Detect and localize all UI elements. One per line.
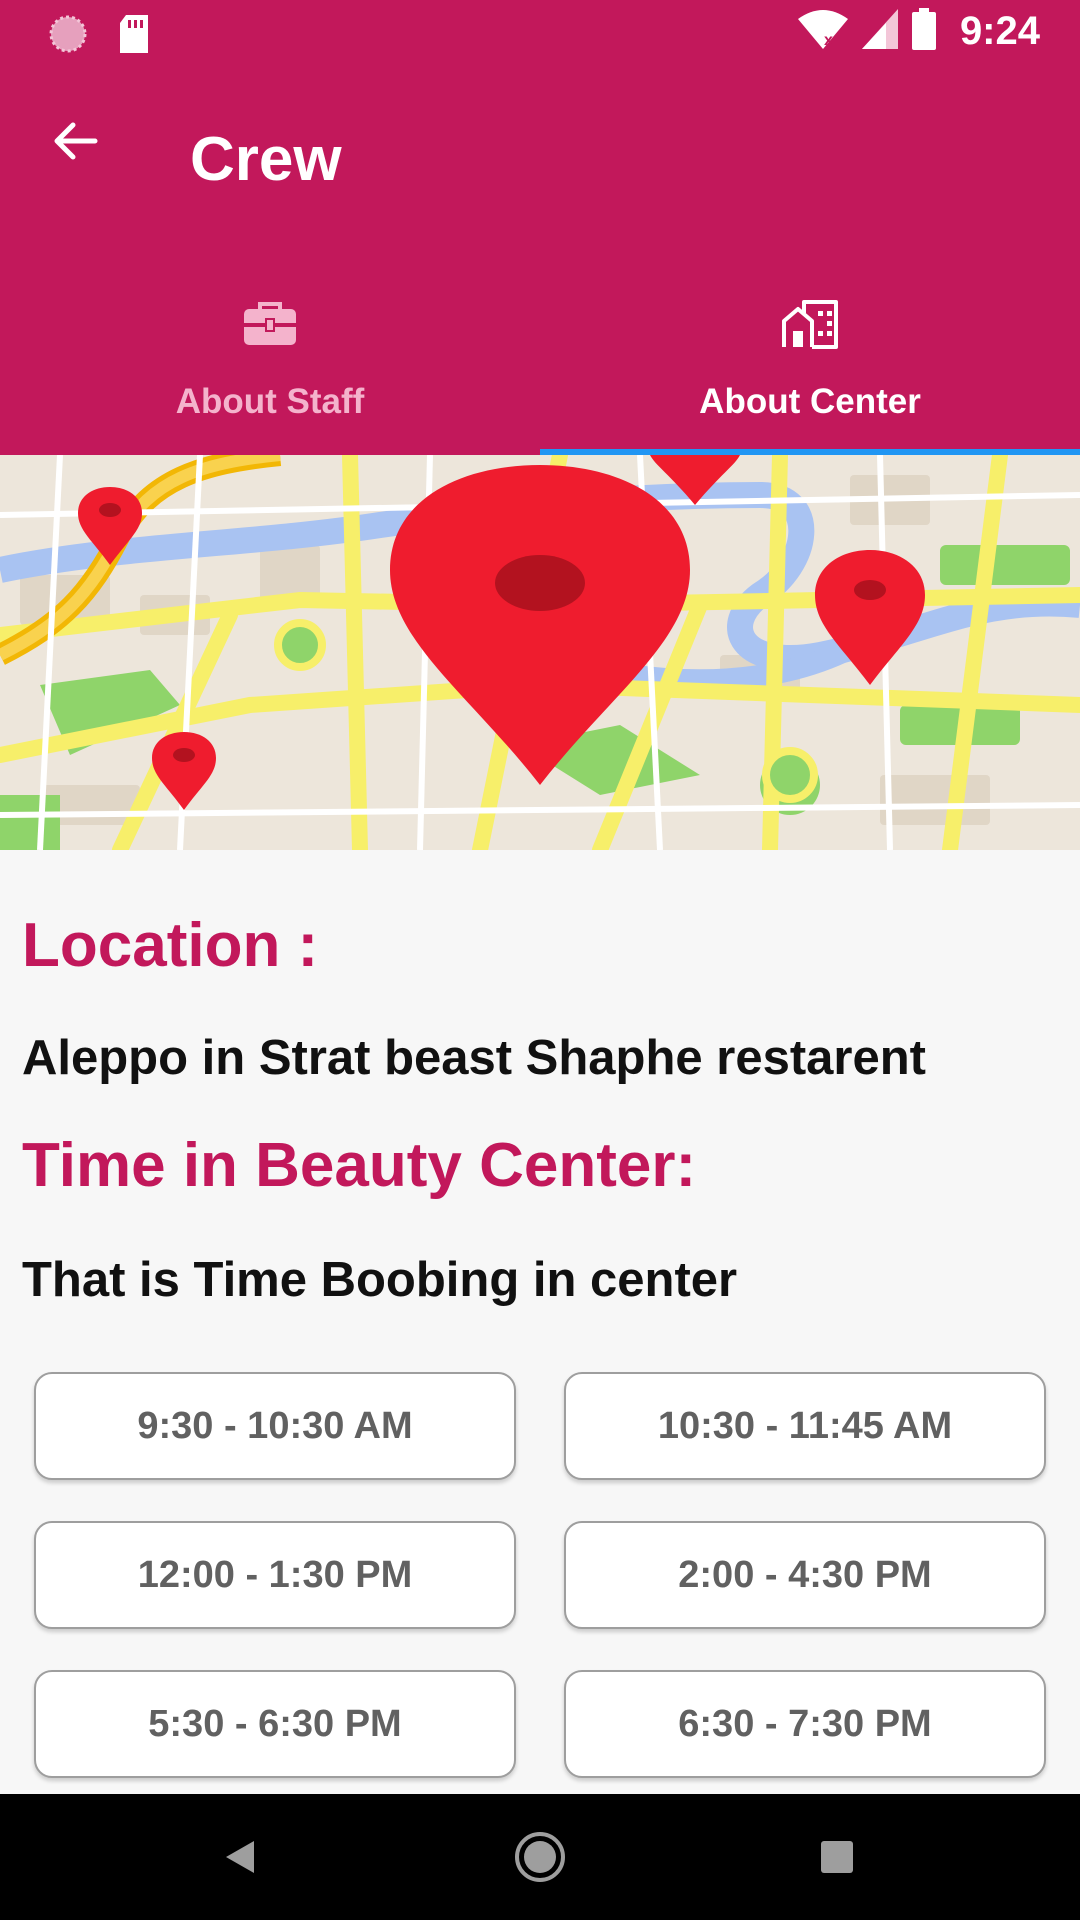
time-text: That is Time Boobing in center xyxy=(22,1253,738,1307)
time-slot-button[interactable]: 5:30 - 6:30 PM xyxy=(34,1670,516,1778)
back-button[interactable] xyxy=(40,106,110,176)
tab-label: About Center xyxy=(699,382,921,421)
clock: 9:24 xyxy=(959,9,1040,53)
arrow-left-icon xyxy=(54,122,98,160)
notification-icon xyxy=(48,14,88,59)
location-heading: Location : xyxy=(22,911,319,980)
nav-recents-button[interactable] xyxy=(802,1822,872,1892)
tab-label: About Staff xyxy=(175,382,365,421)
system-nav-bar xyxy=(0,1794,1080,1920)
time-slot-button[interactable]: 6:30 - 7:30 PM xyxy=(564,1670,1046,1778)
circle-home-icon xyxy=(515,1832,565,1882)
location-map-image xyxy=(0,455,1080,850)
svg-text:x: x xyxy=(824,32,833,49)
tab-about-center[interactable]: About Center xyxy=(540,256,1080,455)
page-title: Crew xyxy=(190,125,342,194)
tab-about-staff[interactable]: About Staff xyxy=(0,256,540,455)
time-slot-button[interactable]: 9:30 - 10:30 AM xyxy=(34,1372,516,1480)
briefcase-icon xyxy=(244,302,296,345)
square-recents-icon xyxy=(821,1841,853,1873)
nav-back-button[interactable] xyxy=(205,1822,275,1892)
time-slot-button[interactable]: 2:00 - 4:30 PM xyxy=(564,1521,1046,1629)
sd-card-icon xyxy=(118,15,150,58)
app-header: x 9:24 Crew About Staff About Center xyxy=(0,0,1080,455)
nav-home-button[interactable] xyxy=(505,1822,575,1892)
triangle-back-icon xyxy=(226,1841,254,1873)
building-icon xyxy=(782,300,838,349)
wifi-icon: x xyxy=(797,9,848,54)
time-heading: Time in Beauty Center: xyxy=(22,1131,697,1200)
status-bar: x 9:24 xyxy=(0,0,1080,66)
time-slot-button[interactable]: 12:00 - 1:30 PM xyxy=(34,1521,516,1629)
toolbar: Crew xyxy=(0,66,1080,256)
signal-icon xyxy=(861,9,898,54)
battery-icon xyxy=(911,8,936,55)
tab-bar: About Staff About Center xyxy=(0,256,1080,455)
time-slot-button[interactable]: 10:30 - 11:45 AM xyxy=(564,1372,1046,1480)
location-text: Aleppo in Strat beast Shaphe restarent xyxy=(22,1031,926,1085)
